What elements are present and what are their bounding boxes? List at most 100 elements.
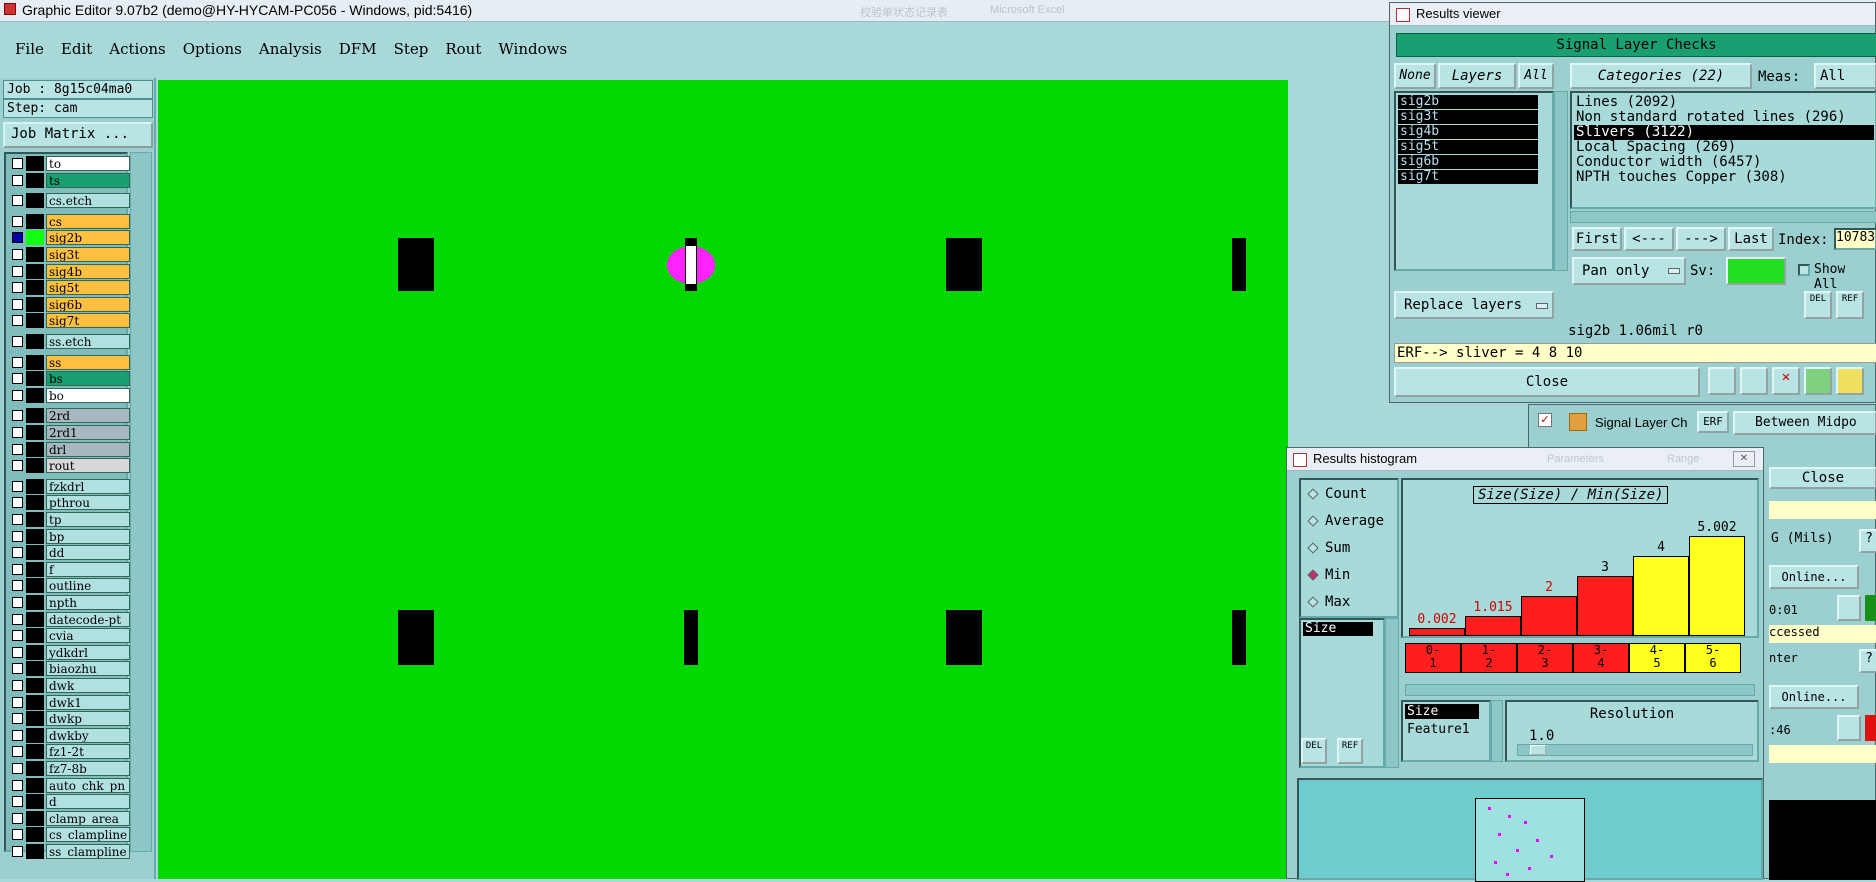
layer-row[interactable]: drl	[8, 441, 130, 457]
menu-rout[interactable]: Rout	[445, 40, 481, 58]
layer-affected-swatch[interactable]	[26, 578, 44, 594]
layer-affected-swatch[interactable]	[26, 371, 44, 387]
zoom-icon[interactable]	[1837, 595, 1861, 621]
option-count[interactable]: Count	[1307, 486, 1397, 504]
param-item[interactable]: Feature1	[1405, 722, 1479, 737]
rv-layer-item[interactable]: sig5t	[1398, 140, 1538, 154]
layer-name[interactable]: auto_chk_pn	[46, 777, 130, 793]
option-min[interactable]: Min	[1307, 567, 1397, 585]
layer-row[interactable]: cvia	[8, 628, 130, 644]
layer-name[interactable]: bs	[46, 371, 130, 387]
layer-row[interactable]: sig2b	[8, 230, 130, 246]
rv-layer-scrollbar[interactable]	[1554, 91, 1568, 271]
layer-name[interactable]: pthrou	[46, 495, 130, 511]
layer-affected-swatch[interactable]	[26, 744, 44, 760]
layer-affected-swatch[interactable]	[26, 810, 44, 826]
layer-affected-swatch[interactable]	[26, 425, 44, 440]
delete-icon[interactable]: ✕	[1772, 367, 1800, 395]
histogram-bar[interactable]	[1577, 576, 1633, 636]
layer-affected-swatch[interactable]	[26, 408, 44, 424]
layer-affected-swatch[interactable]	[26, 334, 44, 349]
layer-row[interactable]: datecode-pt	[8, 611, 130, 627]
layer-checkbox[interactable]	[12, 249, 23, 260]
attr-item[interactable]: Size	[1303, 622, 1373, 636]
measure-icon[interactable]	[1708, 367, 1736, 395]
close-button[interactable]: Close	[1394, 367, 1700, 397]
rv-layer-item[interactable]: sig6b	[1398, 155, 1538, 169]
layer-checkbox[interactable]	[12, 663, 23, 675]
pan-only-select[interactable]: Pan only	[1572, 257, 1686, 285]
layer-checkbox[interactable]	[12, 729, 23, 741]
between-midpoint-select[interactable]: Between Midpo	[1733, 411, 1876, 435]
layer-name[interactable]: tp	[46, 512, 130, 527]
layer-name[interactable]: cs	[46, 213, 130, 229]
layer-name[interactable]: fzkdrl	[46, 478, 130, 494]
layer-row[interactable]: fz7-8b	[8, 761, 130, 776]
layer-name[interactable]: outline	[46, 578, 130, 594]
graphic-canvas[interactable]	[158, 80, 1288, 879]
layer-checkbox[interactable]	[12, 443, 23, 455]
hist-del-icon[interactable]: DEL	[1301, 738, 1327, 764]
layer-affected-swatch[interactable]	[26, 213, 44, 229]
layer-name[interactable]: ss	[46, 354, 130, 370]
layer-row[interactable]: clamp_area	[8, 810, 130, 826]
layer-checkbox[interactable]	[12, 812, 23, 824]
menu-file[interactable]: File	[15, 40, 44, 58]
layers-button[interactable]: Layers	[1438, 63, 1516, 89]
layer-name[interactable]: npth	[46, 595, 130, 610]
layer-name[interactable]: ss_clampline	[46, 844, 130, 859]
rv-category-item[interactable]: Slivers (3122)	[1574, 125, 1874, 140]
layer-affected-swatch[interactable]	[26, 247, 44, 262]
histogram-hscrollbar[interactable]	[1405, 684, 1755, 696]
layer-list-scrollbar[interactable]	[130, 152, 152, 852]
attr-scrollbar[interactable]	[1385, 618, 1399, 768]
layer-name[interactable]: ts	[46, 172, 130, 188]
layer-name[interactable]: dd	[46, 545, 130, 561]
bg-close-button[interactable]: Close	[1769, 467, 1876, 489]
layer-affected-swatch[interactable]	[26, 711, 44, 727]
layer-affected-swatch[interactable]	[26, 777, 44, 793]
histogram-bar[interactable]	[1633, 556, 1689, 636]
layer-name[interactable]: drl	[46, 441, 130, 457]
layer-row[interactable]: npth	[8, 595, 130, 610]
layer-checkbox[interactable]	[12, 746, 23, 758]
rv-layer-item[interactable]: sig4b	[1398, 125, 1538, 139]
layer-name[interactable]: biaozhu	[46, 661, 130, 677]
layer-checkbox[interactable]	[12, 427, 23, 438]
layer-row[interactable]: ss_clampline	[8, 844, 130, 859]
layer-checkbox[interactable]	[12, 696, 23, 708]
layer-row[interactable]: dwkby	[8, 727, 130, 743]
layer-checkbox[interactable]	[12, 232, 23, 244]
layer-checkbox[interactable]	[12, 497, 23, 509]
layer-affected-swatch[interactable]	[26, 458, 44, 474]
layer-affected-swatch[interactable]	[26, 156, 44, 171]
layer-affected-swatch[interactable]	[26, 478, 44, 494]
layer-checkbox[interactable]	[12, 215, 23, 227]
layer-affected-swatch[interactable]	[26, 611, 44, 627]
layer-row[interactable]: dwk1	[8, 694, 130, 710]
job-matrix-button[interactable]: Job Matrix ...	[3, 122, 153, 148]
menu-actions[interactable]: Actions	[109, 40, 165, 58]
layer-affected-swatch[interactable]	[26, 441, 44, 457]
layer-checkbox[interactable]	[12, 410, 23, 422]
layer-row[interactable]: rout	[8, 458, 130, 474]
rv-category-item[interactable]: Lines (2092)	[1574, 95, 1874, 110]
param-item[interactable]: Size	[1405, 704, 1479, 719]
layer-checkbox[interactable]	[12, 779, 23, 791]
layer-name[interactable]: datecode-pt	[46, 611, 130, 627]
layer-affected-swatch[interactable]	[26, 193, 44, 209]
bin-label[interactable]: 1- 2	[1461, 643, 1517, 673]
histogram-bar[interactable]	[1465, 615, 1521, 636]
layer-checkbox[interactable]	[12, 597, 23, 608]
layer-name[interactable]: d	[46, 794, 130, 810]
layer-affected-swatch[interactable]	[26, 595, 44, 610]
bin-label[interactable]: 0- 1	[1405, 643, 1461, 673]
hist-ref-icon[interactable]: REF	[1337, 738, 1363, 764]
show-all-checkbox[interactable]	[1798, 264, 1810, 276]
rv-layer-item[interactable]: sig3t	[1398, 110, 1538, 124]
layer-row[interactable]: dd	[8, 545, 130, 561]
layer-checkbox[interactable]	[12, 829, 23, 841]
layer-affected-swatch[interactable]	[26, 495, 44, 511]
layer-name[interactable]: sig4b	[46, 263, 130, 279]
layer-checkbox[interactable]	[12, 373, 23, 385]
